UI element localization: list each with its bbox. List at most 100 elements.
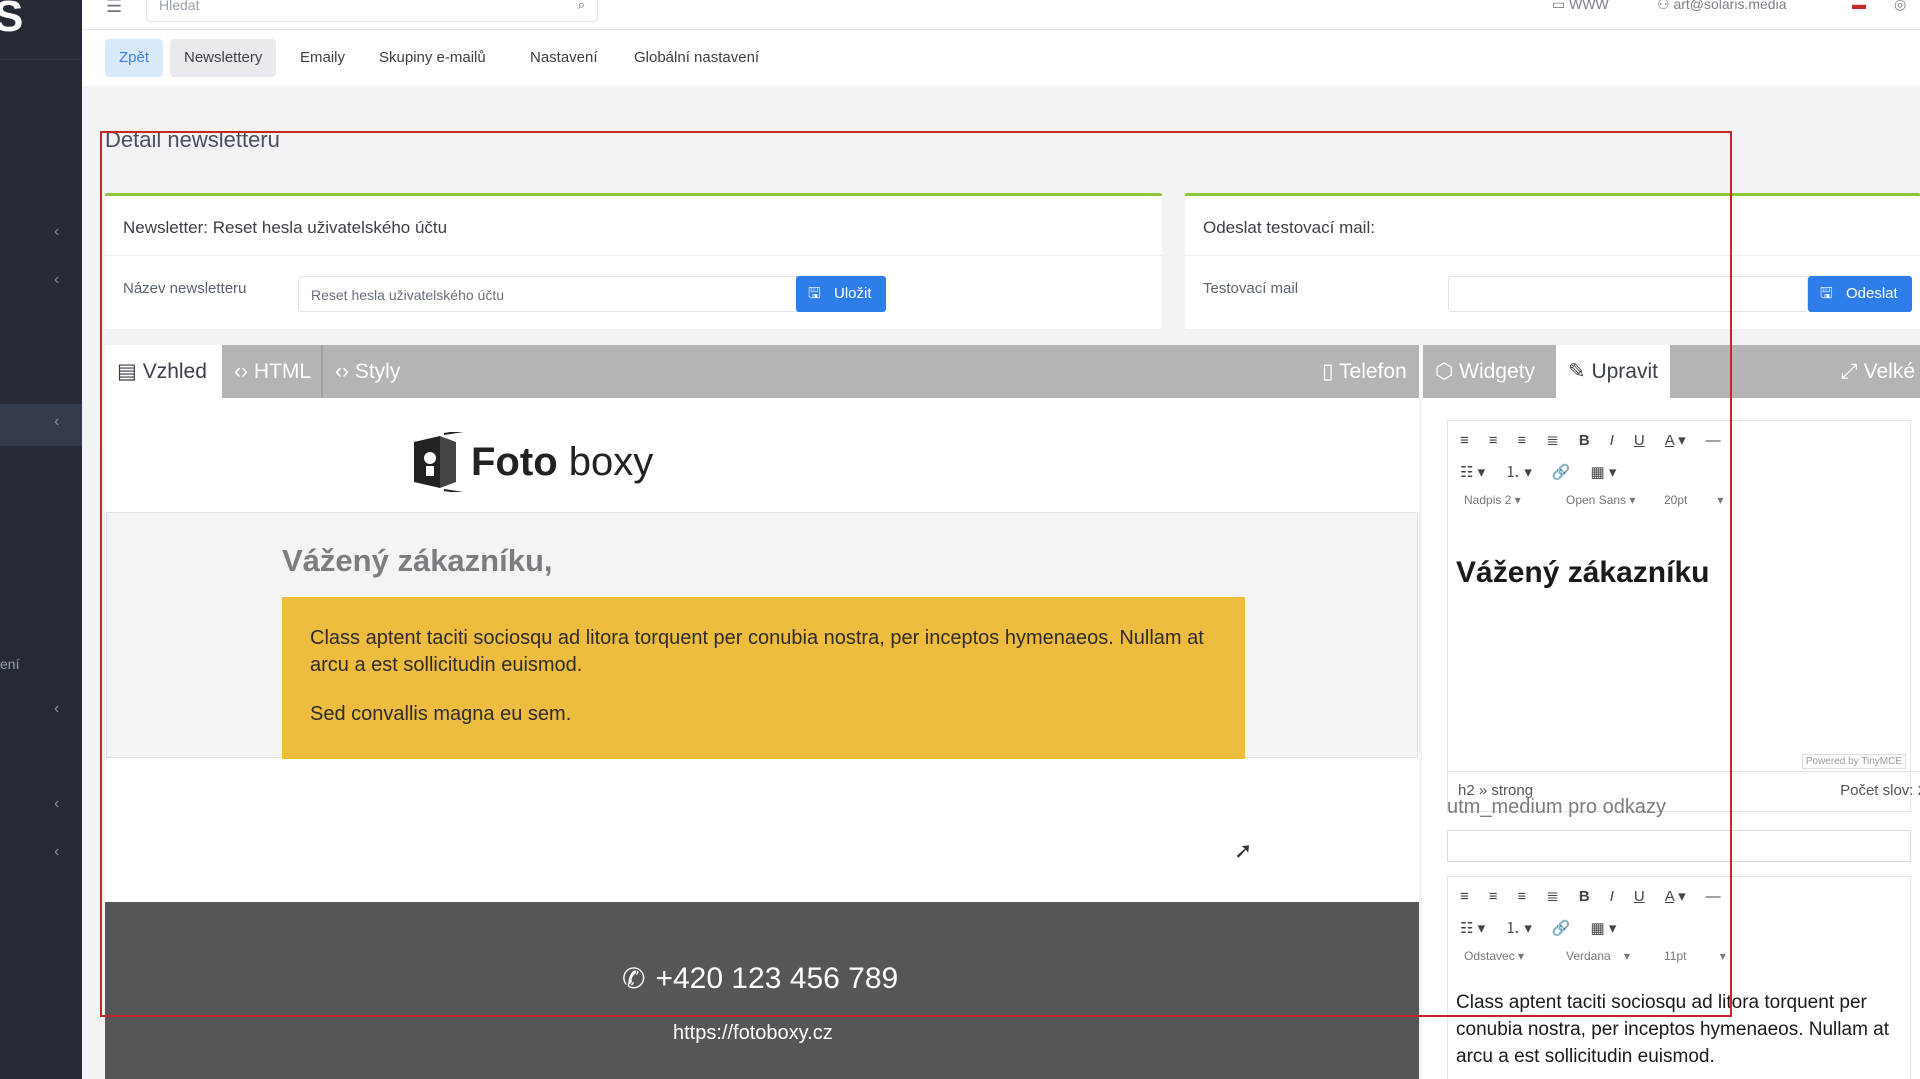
tab-edit[interactable]: ✎ Upravit — [1556, 345, 1670, 398]
code-icon: ‹› — [234, 360, 254, 383]
search-input[interactable]: Hledat ⌕ — [146, 0, 598, 22]
tab-styles[interactable]: ‹› Styly — [323, 345, 412, 398]
table-icon[interactable]: ▦ ▾ — [1591, 919, 1617, 937]
font-family-select[interactable]: Open Sans ▾ — [1566, 493, 1635, 507]
underline-icon[interactable]: U — [1634, 888, 1645, 905]
test-mail-card: Odeslat testovací mail: Testovací mail 🖫… — [1185, 193, 1920, 329]
fotoboxy-logo-text: Foto boxy — [471, 440, 653, 485]
editor-heading-content[interactable]: Vážený zákazníku — [1456, 556, 1709, 590]
tab-html[interactable]: ‹› HTML — [222, 345, 323, 398]
font-family-value: Verdana — [1566, 949, 1611, 963]
layout-icon: ▤ — [117, 360, 143, 383]
horizontal-rule-icon[interactable]: — — [1706, 888, 1721, 905]
tab-html-label: HTML — [253, 360, 311, 383]
align-left-icon[interactable]: ≡ — [1460, 888, 1469, 905]
tab-email-groups[interactable]: Skupiny e-mailů — [365, 39, 500, 77]
utm-medium-input[interactable] — [1447, 830, 1911, 862]
text-color-icon[interactable]: A ▾ — [1665, 431, 1686, 449]
tab-global-settings[interactable]: Globální nastavení — [620, 39, 773, 77]
block-format-value: Nadpis 2 — [1464, 493, 1512, 507]
paragraph-editor[interactable]: ≡ ≡ ≡ ≣ B I U A ▾ — ☷ ▾ ⒈ ▾ 🔗 ▦ ▾ Odstavec ▾ Verdan… — [1447, 876, 1911, 1079]
tab-widgets-label: Widgety — [1459, 360, 1536, 383]
block-format-value: Odstavec — [1464, 949, 1515, 963]
www-link[interactable]: ▭ WWW — [1552, 0, 1609, 13]
menu-icon[interactable]: ☰ — [106, 0, 122, 17]
tab-emails[interactable]: Emaily — [286, 39, 359, 77]
bullet-list-icon[interactable]: ☷ ▾ — [1460, 463, 1485, 481]
align-right-icon[interactable]: ≡ — [1518, 888, 1527, 905]
tab-view-label: Vzhled — [142, 360, 207, 383]
tab-fullscreen[interactable]: ⤢ Velké zobrazení — [1829, 345, 1920, 436]
text-color-icon[interactable]: A ▾ — [1665, 887, 1686, 905]
send-button[interactable]: 🖫 Odeslat — [1808, 276, 1912, 312]
tab-newsletters[interactable]: Newslettery — [170, 39, 277, 77]
chevron-left-icon[interactable]: ‹ — [54, 844, 68, 860]
word-count: Počet slov: 2 — [1840, 782, 1920, 799]
email-greeting[interactable]: Vážený zákazníku, — [282, 543, 553, 579]
chevron-left-icon[interactable]: ‹ — [54, 414, 68, 430]
app-logo[interactable]: S — [0, 0, 82, 60]
bold-icon[interactable]: B — [1579, 888, 1590, 905]
align-justify-icon[interactable]: ≣ — [1546, 887, 1559, 905]
table-icon[interactable]: ▦ ▾ — [1591, 463, 1617, 481]
sidebar-item-active[interactable] — [0, 404, 82, 446]
phone-icon: ✆ — [622, 963, 646, 994]
editor-toolbar-row: ≡ ≡ ≡ ≣ B I U A ▾ — — [1460, 431, 1741, 449]
link-icon[interactable]: 🔗 — [1552, 919, 1571, 937]
tab-view[interactable]: ▤ Vzhled — [105, 345, 222, 398]
search-icon[interactable]: ⌕ — [578, 0, 585, 13]
numbered-list-icon[interactable]: ⒈ ▾ — [1505, 917, 1532, 938]
font-family-value: Open Sans — [1566, 493, 1627, 507]
tab-widgets[interactable]: ⬡ Widgety — [1423, 345, 1547, 398]
bold-icon[interactable]: B — [1579, 432, 1590, 449]
sidebar: S ‹ ‹ ‹ ení ‹ ‹ ‹ — [0, 0, 82, 1079]
flag-icon[interactable]: ▬ — [1852, 0, 1866, 12]
email-body[interactable]: Vážený zákazníku, Class aptent taciti so… — [106, 512, 1418, 759]
footer-url[interactable]: https://fotoboxy.cz — [673, 1022, 833, 1045]
heading-editor[interactable]: ≡ ≡ ≡ ≣ B I U A ▾ — ☷ ▾ ⒈ ▾ 🔗 ▦ ▾ Nadpis 2 ▾ Open S… — [1447, 420, 1920, 812]
newsletter-name-input[interactable]: Reset hesla uživatelského účtu — [298, 276, 801, 312]
block-format-select[interactable]: Odstavec ▾ — [1464, 949, 1524, 963]
tab-phone[interactable]: ▯ Telefon — [1310, 345, 1419, 398]
chevron-left-icon[interactable]: ‹ — [54, 224, 68, 240]
font-size-select[interactable]: 20pt ▾ — [1664, 493, 1723, 507]
chevron-left-icon[interactable]: ‹ — [54, 796, 68, 812]
numbered-list-icon[interactable]: ⒈ ▾ — [1505, 461, 1532, 482]
save-button[interactable]: 🖫 Uložit — [796, 276, 886, 312]
italic-icon[interactable]: I — [1610, 888, 1614, 905]
bullet-list-icon[interactable]: ☷ ▾ — [1460, 919, 1485, 937]
font-size-select[interactable]: 11pt ▾ — [1664, 949, 1726, 963]
align-right-icon[interactable]: ≡ — [1518, 432, 1527, 449]
newsletter-card-heading: Newsletter: Reset hesla uživatelského úč… — [105, 196, 1162, 256]
logo-bold: Foto — [471, 440, 558, 484]
sidebar-item-label[interactable]: ení — [0, 656, 19, 672]
email-footer[interactable]: ✆ +420 123 456 789 https://fotoboxy.cz — [105, 902, 1419, 1079]
align-left-icon[interactable]: ≡ — [1460, 432, 1469, 449]
link-icon[interactable]: 🔗 — [1552, 463, 1571, 481]
tab-settings[interactable]: Nastavení — [516, 39, 612, 77]
back-button[interactable]: Zpět — [105, 39, 164, 77]
email-preview: Foto boxy Vážený zákazníku, Class aptent… — [105, 398, 1419, 1079]
expand-icon: ⤢ — [1841, 360, 1864, 383]
editor-toolbar-row: ☷ ▾ ⒈ ▾ 🔗 ▦ ▾ — [1460, 917, 1636, 938]
horizontal-rule-icon[interactable]: — — [1706, 432, 1721, 449]
italic-icon[interactable]: I — [1610, 432, 1614, 449]
test-mail-input[interactable] — [1448, 276, 1808, 312]
user-email: art@solaris.media — [1673, 0, 1787, 12]
align-center-icon[interactable]: ≡ — [1489, 432, 1498, 449]
email-highlight-box[interactable]: Class aptent taciti sociosqu ad litora t… — [282, 597, 1245, 759]
font-family-select[interactable]: Verdana ▾ — [1566, 949, 1630, 963]
align-justify-icon[interactable]: ≣ — [1546, 431, 1559, 449]
test-mail-label: Testovací mail — [1203, 280, 1299, 297]
block-format-select[interactable]: Nadpis 2 ▾ — [1464, 493, 1521, 507]
save-icon: 🖫 — [808, 285, 821, 302]
power-icon[interactable]: ◎ — [1894, 0, 1906, 13]
email-paragraph: Class aptent taciti sociosqu ad litora t… — [310, 627, 1204, 676]
pencil-icon: ✎ — [1568, 360, 1592, 383]
editor-paragraph-content[interactable]: Class aptent taciti sociosqu ad litora t… — [1456, 989, 1906, 1070]
underline-icon[interactable]: U — [1634, 432, 1645, 449]
chevron-left-icon[interactable]: ‹ — [54, 701, 68, 717]
user-menu[interactable]: ⚇ art@solaris.media — [1657, 0, 1786, 13]
align-center-icon[interactable]: ≡ — [1489, 888, 1498, 905]
chevron-left-icon[interactable]: ‹ — [54, 272, 68, 288]
